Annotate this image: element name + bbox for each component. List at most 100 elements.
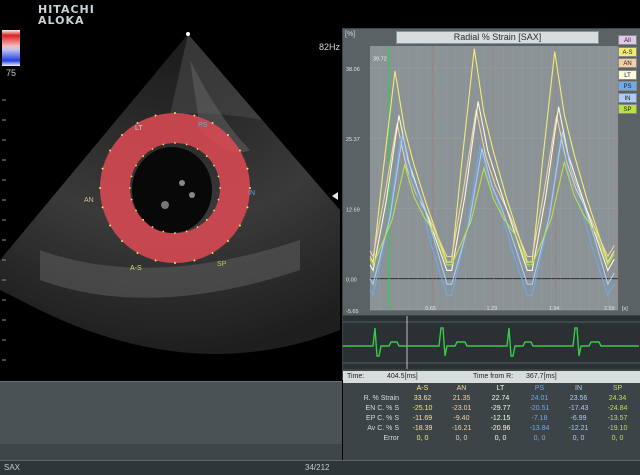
metrics-cell: 23.56 <box>569 394 588 402</box>
legend-item-in[interactable]: IN <box>618 92 637 103</box>
metrics-cell: -24.84 <box>607 404 628 412</box>
metrics-row-label: R. % Strain <box>363 394 399 402</box>
metrics-cell: 0, 0 <box>533 434 546 442</box>
tracking-point <box>219 187 221 189</box>
legend-item-lt[interactable]: LT <box>618 69 637 80</box>
ecg-trace <box>343 316 640 369</box>
metrics-cell: -17.43 <box>568 404 589 412</box>
metrics-table: A-S AN LT PS IN SP R. % Strain 33.62 21.35 22.74 2… <box>343 383 637 443</box>
legend-item-ps[interactable]: PS <box>618 81 637 91</box>
segment-label-lt: LT <box>135 125 143 132</box>
tracking-point <box>136 251 139 254</box>
metrics-row: EP C. % S -11.69 -9.40 -12.15 -7.18 -6.99 -13.… <box>343 413 637 423</box>
segment-label-in: IN <box>248 190 255 197</box>
tracking-point <box>162 143 165 146</box>
metrics-cell: -18.39 <box>412 424 433 432</box>
metrics-cell: 0, 0 <box>416 434 429 442</box>
tracking-point <box>246 167 249 170</box>
tracking-point <box>151 226 154 228</box>
metrics-cell: -25.10 <box>412 404 433 412</box>
metrics-cell: 0, 0 <box>572 434 585 442</box>
legend-item-all[interactable]: All <box>618 35 637 45</box>
plot-title: Radial % Strain [SAX] <box>396 31 599 44</box>
tracking-point <box>185 230 188 233</box>
y-tick-label: 0.00 <box>346 278 357 284</box>
tracking-point <box>154 259 157 262</box>
segment-label-an: AN <box>84 197 94 204</box>
tracking-point <box>217 175 220 178</box>
metrics-row-label: Av C. % S <box>367 424 399 432</box>
metrics-row: Av C. % S -18.39 -16.21 -20.96 -13.84 -12.21 -… <box>343 423 637 433</box>
time-value: 404.5[ms] <box>387 373 418 380</box>
metrics-col-header: AN <box>456 384 467 392</box>
metrics-cell: -11.69 <box>412 414 433 422</box>
tracking-point <box>205 155 208 158</box>
tracking-point <box>129 187 131 189</box>
metrics-cell: 33.62 <box>413 394 432 402</box>
y-tick-label: 12.69 <box>346 207 360 213</box>
tracking-point <box>174 262 176 264</box>
metrics-cell: 22.74 <box>491 394 510 402</box>
metrics-row: R. % Strain 33.62 21.35 22.74 24.01 23.56 24.3… <box>343 393 637 403</box>
y-tick-label: 25.37 <box>346 137 360 143</box>
metrics-row-label: EN C. % S <box>365 404 399 412</box>
metrics-cell: -23.01 <box>451 404 472 412</box>
legend-item-an[interactable]: AN <box>618 58 637 68</box>
x-tick-label: 0.65 <box>425 306 436 312</box>
tracking-point <box>174 232 176 234</box>
tracking-point <box>101 167 104 170</box>
tracking-point <box>101 206 104 209</box>
metrics-cell: 0, 0 <box>611 434 624 442</box>
tracking-point <box>142 218 145 221</box>
tracking-point <box>130 198 133 201</box>
legend-item-a-s[interactable]: A-S <box>618 46 637 57</box>
metrics-col-header: A-S <box>416 384 429 392</box>
frame-counter: 34/212 <box>305 463 330 472</box>
metrics-col-header: SP <box>612 384 623 392</box>
tracking-point <box>135 209 137 212</box>
tracking-point <box>227 240 230 243</box>
tracking-point <box>196 226 199 228</box>
metrics-cell: 24.01 <box>530 394 549 402</box>
ultrasound-image-panel[interactable]: LT PS AN IN A-S SP HITACHI ALOKA 75 82Hz <box>0 0 340 380</box>
y-tick-label: -5.65 <box>346 309 359 315</box>
x-tick-label: 1.94 <box>549 306 560 312</box>
ecg-panel <box>343 316 640 369</box>
info-panel-footer <box>0 444 342 460</box>
legend: All A-S AN LT PS IN SP <box>618 35 638 116</box>
metrics-cell: 0, 0 <box>455 434 468 442</box>
strain-chart[interactable]: 38.06 25.37 12.69 0.00 -5.65 39.72 0.65 1.29 1.… <box>343 29 640 315</box>
metrics-cell: -9.40 <box>453 414 470 422</box>
metrics-cell: 21.35 <box>452 394 471 402</box>
metrics-col-header: IN <box>575 384 582 392</box>
metrics-cell: -29.77 <box>490 404 511 412</box>
tracking-point <box>154 114 157 117</box>
velocity-color-scale <box>2 30 20 66</box>
ultrasound-image[interactable]: LT PS AN IN A-S SP <box>0 0 340 380</box>
tracking-point <box>162 230 165 233</box>
tracking-point <box>249 187 251 189</box>
metrics-cell: -20.51 <box>529 404 550 412</box>
metrics-cell: -12.21 <box>568 424 589 432</box>
tracking-point <box>174 112 176 114</box>
tracking-point <box>193 114 196 117</box>
tracking-point <box>120 133 123 136</box>
focus-marker-icon <box>332 192 338 200</box>
tracking-point <box>136 122 139 125</box>
metrics-row-label: Error <box>383 434 399 442</box>
tracking-point <box>142 155 145 158</box>
tracking-point <box>135 164 137 167</box>
tracking-point <box>227 133 230 136</box>
frame-rate: 82Hz <box>319 42 340 52</box>
time-from-r-label: Time from R: <box>473 373 514 380</box>
tracking-point <box>211 251 214 254</box>
tracking-point <box>99 187 101 189</box>
metrics-panel: A-S AN LT PS IN SP R. % Strain 33.62 21.35 22.74 2… <box>343 383 640 460</box>
time-bar: Time: 404.5[ms] Time from R: 367.7[ms] <box>343 371 640 383</box>
metrics-cell: -13.84 <box>529 424 550 432</box>
time-label: Time: <box>347 373 365 380</box>
tracking-point <box>193 259 196 262</box>
metrics-col-header: LT <box>496 384 505 392</box>
brand-aloka: ALOKA <box>38 14 85 27</box>
legend-item-sp[interactable]: SP <box>618 104 637 114</box>
